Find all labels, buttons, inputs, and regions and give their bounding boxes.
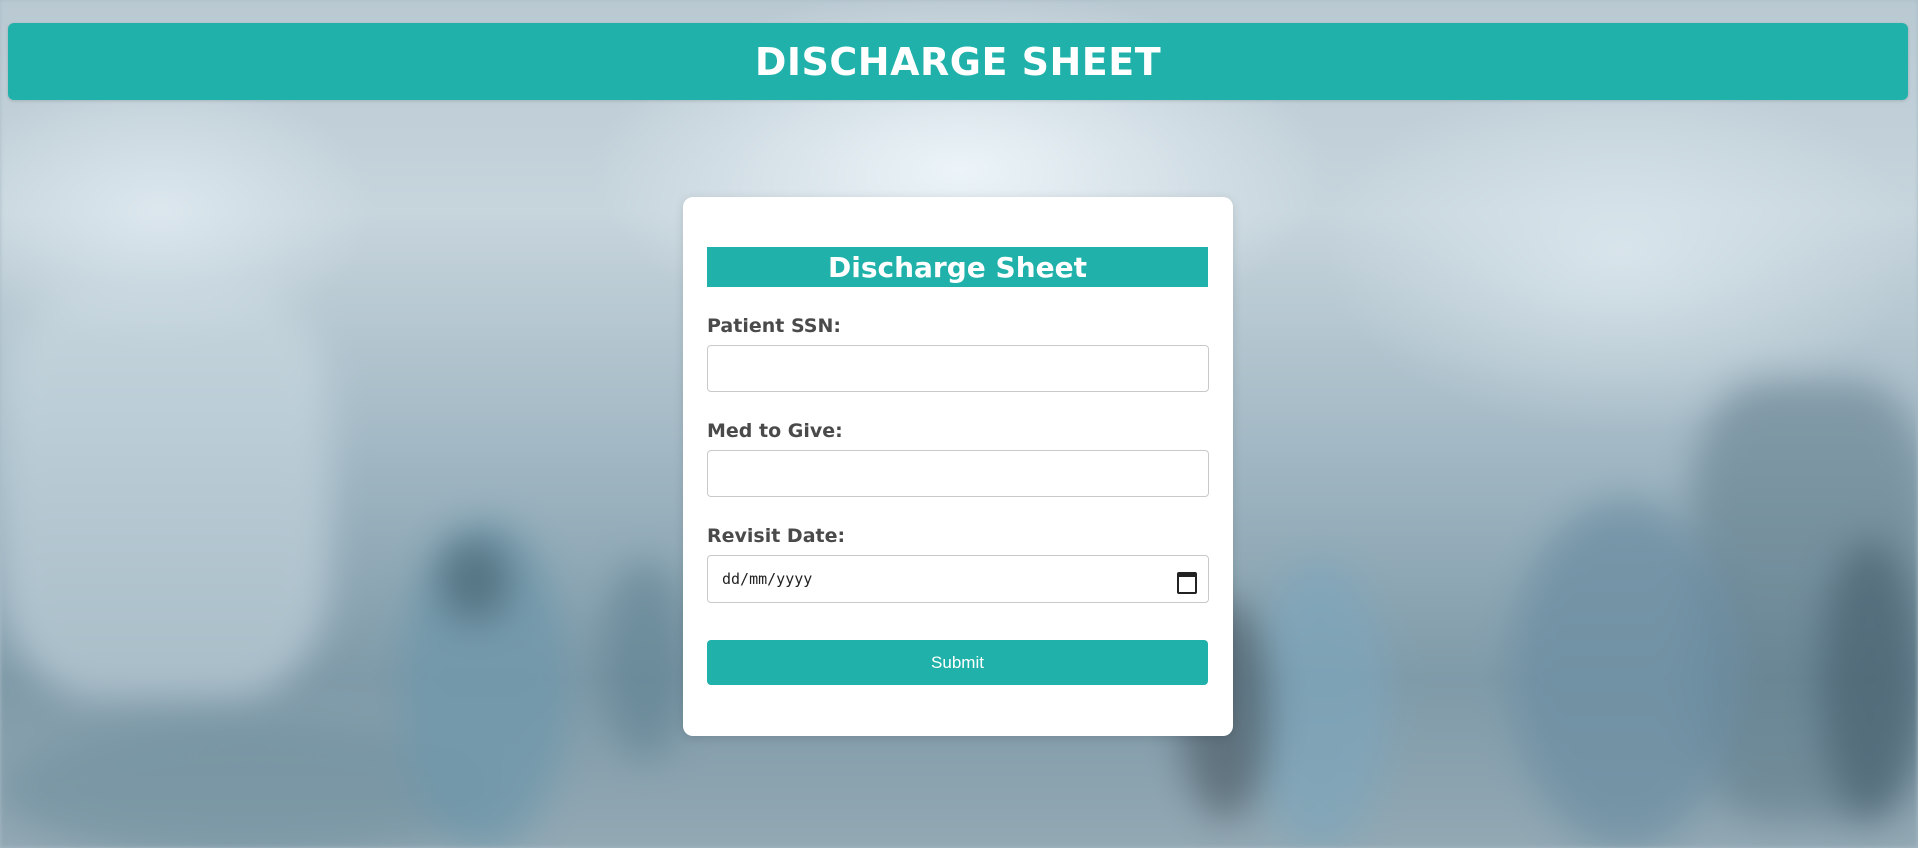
calendar-icon[interactable] (1176, 570, 1197, 594)
submit-button[interactable]: Submit (707, 640, 1208, 685)
revisit-date-input[interactable]: dd/mm/yyyy (707, 555, 1209, 603)
date-placeholder: dd/mm/yyyy (722, 570, 813, 588)
revisit-date-label: Revisit Date: (707, 525, 846, 547)
page-title: DISCHARGE SHEET (754, 39, 1162, 84)
med-to-give-input[interactable] (707, 450, 1209, 497)
discharge-form-card: Discharge Sheet Patient SSN: Med to Give… (683, 197, 1233, 736)
page-header: DISCHARGE SHEET (8, 23, 1908, 100)
form-title: Discharge Sheet (707, 247, 1208, 287)
patient-ssn-field-group: Patient SSN: (707, 315, 1209, 392)
patient-ssn-input[interactable] (707, 345, 1209, 392)
revisit-date-field-group: Revisit Date: dd/mm/yyyy (707, 525, 1209, 603)
med-to-give-field-group: Med to Give: (707, 420, 1209, 497)
patient-ssn-label: Patient SSN: (707, 315, 841, 337)
med-to-give-label: Med to Give: (707, 420, 843, 442)
